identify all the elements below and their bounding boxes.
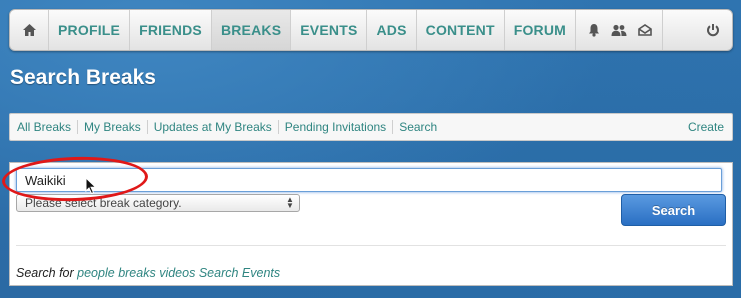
sub-navigation: All Breaks My Breaks Updates at My Break…	[9, 113, 733, 141]
search-for-row: Search for people breaks videos Search E…	[16, 266, 280, 280]
subnav-all-breaks[interactable]: All Breaks	[17, 120, 77, 134]
search-videos-link[interactable]: videos	[159, 266, 195, 280]
divider	[16, 245, 726, 246]
bell-icon[interactable]	[588, 23, 600, 37]
search-for-label: Search for	[16, 266, 74, 280]
search-breaks-link[interactable]: breaks	[118, 266, 156, 280]
nav-breaks[interactable]: BREAKS	[211, 10, 292, 50]
page-title: Search Breaks	[10, 66, 156, 89]
nav-events[interactable]: EVENTS	[291, 10, 368, 50]
home-button[interactable]	[10, 10, 49, 50]
category-select[interactable]: Please select break category. ▲ ▼	[16, 194, 300, 212]
logout-button[interactable]	[694, 10, 732, 50]
search-input[interactable]	[16, 168, 722, 192]
subnav-my-breaks[interactable]: My Breaks	[77, 120, 147, 134]
subnav-pending-invitations[interactable]: Pending Invitations	[277, 120, 392, 134]
search-panel: Please select break category. ▲▼ Search …	[9, 162, 733, 286]
create-link[interactable]: Create	[682, 120, 732, 134]
category-placeholder: Please select break category.	[25, 196, 182, 210]
home-icon	[22, 24, 36, 36]
nav-ads[interactable]: ADS	[367, 10, 417, 50]
users-icon[interactable]	[611, 24, 627, 37]
nav-friends[interactable]: FRIENDS	[130, 10, 212, 50]
subnav-updates[interactable]: Updates at My Breaks	[146, 120, 278, 134]
nav-forum[interactable]: FORUM	[505, 10, 577, 50]
nav-profile[interactable]: PROFILE	[49, 10, 131, 50]
search-events-link[interactable]: Search Events	[199, 266, 280, 280]
search-button[interactable]: Search	[621, 194, 726, 226]
top-navbar: PROFILE FRIENDS BREAKS EVENTS ADS CONTEN…	[9, 9, 733, 51]
search-people-link[interactable]: people	[77, 266, 115, 280]
subnav-search[interactable]: Search	[392, 120, 443, 134]
envelope-icon[interactable]	[638, 24, 652, 36]
nav-content[interactable]: CONTENT	[417, 10, 505, 50]
power-icon	[707, 24, 719, 37]
select-arrows-icon: ▲ ▼	[286, 195, 294, 210]
nav-icon-group	[576, 10, 664, 50]
